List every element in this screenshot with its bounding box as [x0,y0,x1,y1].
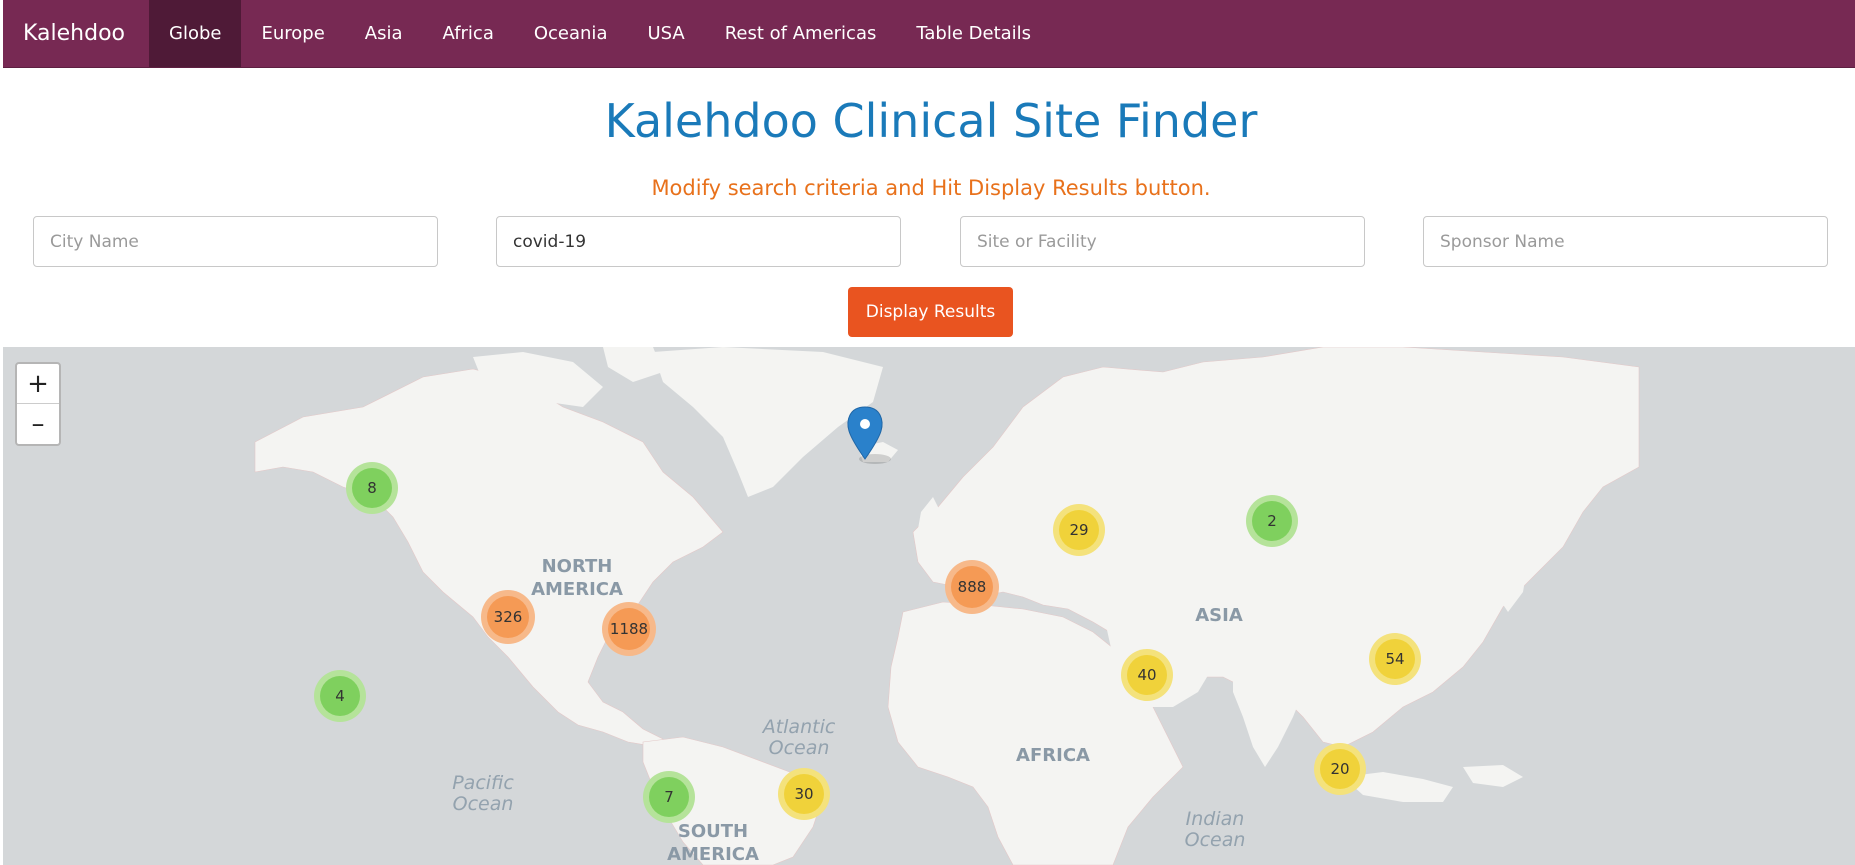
svg-text:20: 20 [1330,760,1349,778]
svg-text:888: 888 [958,578,987,596]
label-atlantic-1: Atlantic [761,716,836,738]
cluster-southeast-asia[interactable]: 20 [1314,743,1366,795]
label-atlantic-2: Ocean [769,737,830,759]
svg-text:7: 7 [664,788,674,806]
svg-text:1188: 1188 [610,620,648,638]
nav-item-rest-of-americas[interactable]: Rest of Americas [705,0,897,67]
svg-text:29: 29 [1069,521,1088,539]
zoom-control: + – [15,362,61,446]
world-map[interactable]: NORTH AMERICA SOUTH AMERICA ASIA AFRICA … [3,347,1855,865]
map-canvas: NORTH AMERICA SOUTH AMERICA ASIA AFRICA … [254,347,1640,865]
cluster-western-usa[interactable]: 326 [481,590,535,644]
zoom-out-button[interactable]: – [17,404,59,444]
svg-text:4: 4 [335,687,345,705]
label-asia: ASIA [1195,605,1243,626]
svg-text:2: 2 [1267,512,1277,530]
label-pacific-2: Ocean [453,793,514,815]
svg-text:8: 8 [367,479,377,497]
svg-text:40: 40 [1137,666,1156,684]
page-title: Kalehdoo Clinical Site Finder [604,94,1258,148]
label-pacific-1: Pacific [452,772,514,794]
site-facility-input[interactable] [960,216,1365,267]
city-name-input[interactable] [33,216,438,267]
nav-item-table-details[interactable]: Table Details [896,0,1051,67]
display-results-button[interactable]: Display Results [848,287,1013,337]
cluster-middle-east[interactable]: 40 [1121,649,1173,701]
label-north-america-2: AMERICA [531,579,623,600]
nav-item-asia[interactable]: Asia [345,0,423,67]
cluster-europe[interactable]: 888 [945,560,999,614]
label-indian-2: Ocean [1185,829,1246,851]
condition-input[interactable] [496,216,901,267]
page-subtitle: Modify search criteria and Hit Display R… [651,176,1211,200]
cluster-siberia[interactable]: 2 [1246,495,1298,547]
label-south-america-2: AMERICA [667,844,759,865]
nav-item-oceania[interactable]: Oceania [514,0,628,67]
cluster-south-america-west[interactable]: 7 [643,771,695,823]
sponsor-name-input[interactable] [1423,216,1828,267]
label-indian-1: Indian [1186,808,1245,830]
cluster-brazil[interactable]: 30 [778,768,830,820]
svg-text:326: 326 [494,608,523,626]
label-north-america-1: NORTH [542,556,613,577]
nav-item-europe[interactable]: Europe [241,0,344,67]
top-navbar: Kalehdoo Globe Europe Asia Africa Oceani… [3,0,1855,68]
svg-text:54: 54 [1385,650,1404,668]
cluster-eastern-usa[interactable]: 1188 [602,602,656,656]
label-africa: AFRICA [1016,745,1090,766]
nav-item-usa[interactable]: USA [627,0,704,67]
nav-item-globe[interactable]: Globe [149,0,242,67]
cluster-east-asia[interactable]: 54 [1369,633,1421,685]
nav-item-africa[interactable]: Africa [423,0,514,67]
brand-logo[interactable]: Kalehdoo [3,0,149,67]
cluster-russia-west[interactable]: 29 [1053,504,1105,556]
zoom-in-button[interactable]: + [17,364,59,404]
svg-text:30: 30 [794,785,813,803]
cluster-alaska[interactable]: 8 [346,462,398,514]
label-south-america-1: SOUTH [678,821,748,842]
cluster-hawaii[interactable]: 4 [314,670,366,722]
